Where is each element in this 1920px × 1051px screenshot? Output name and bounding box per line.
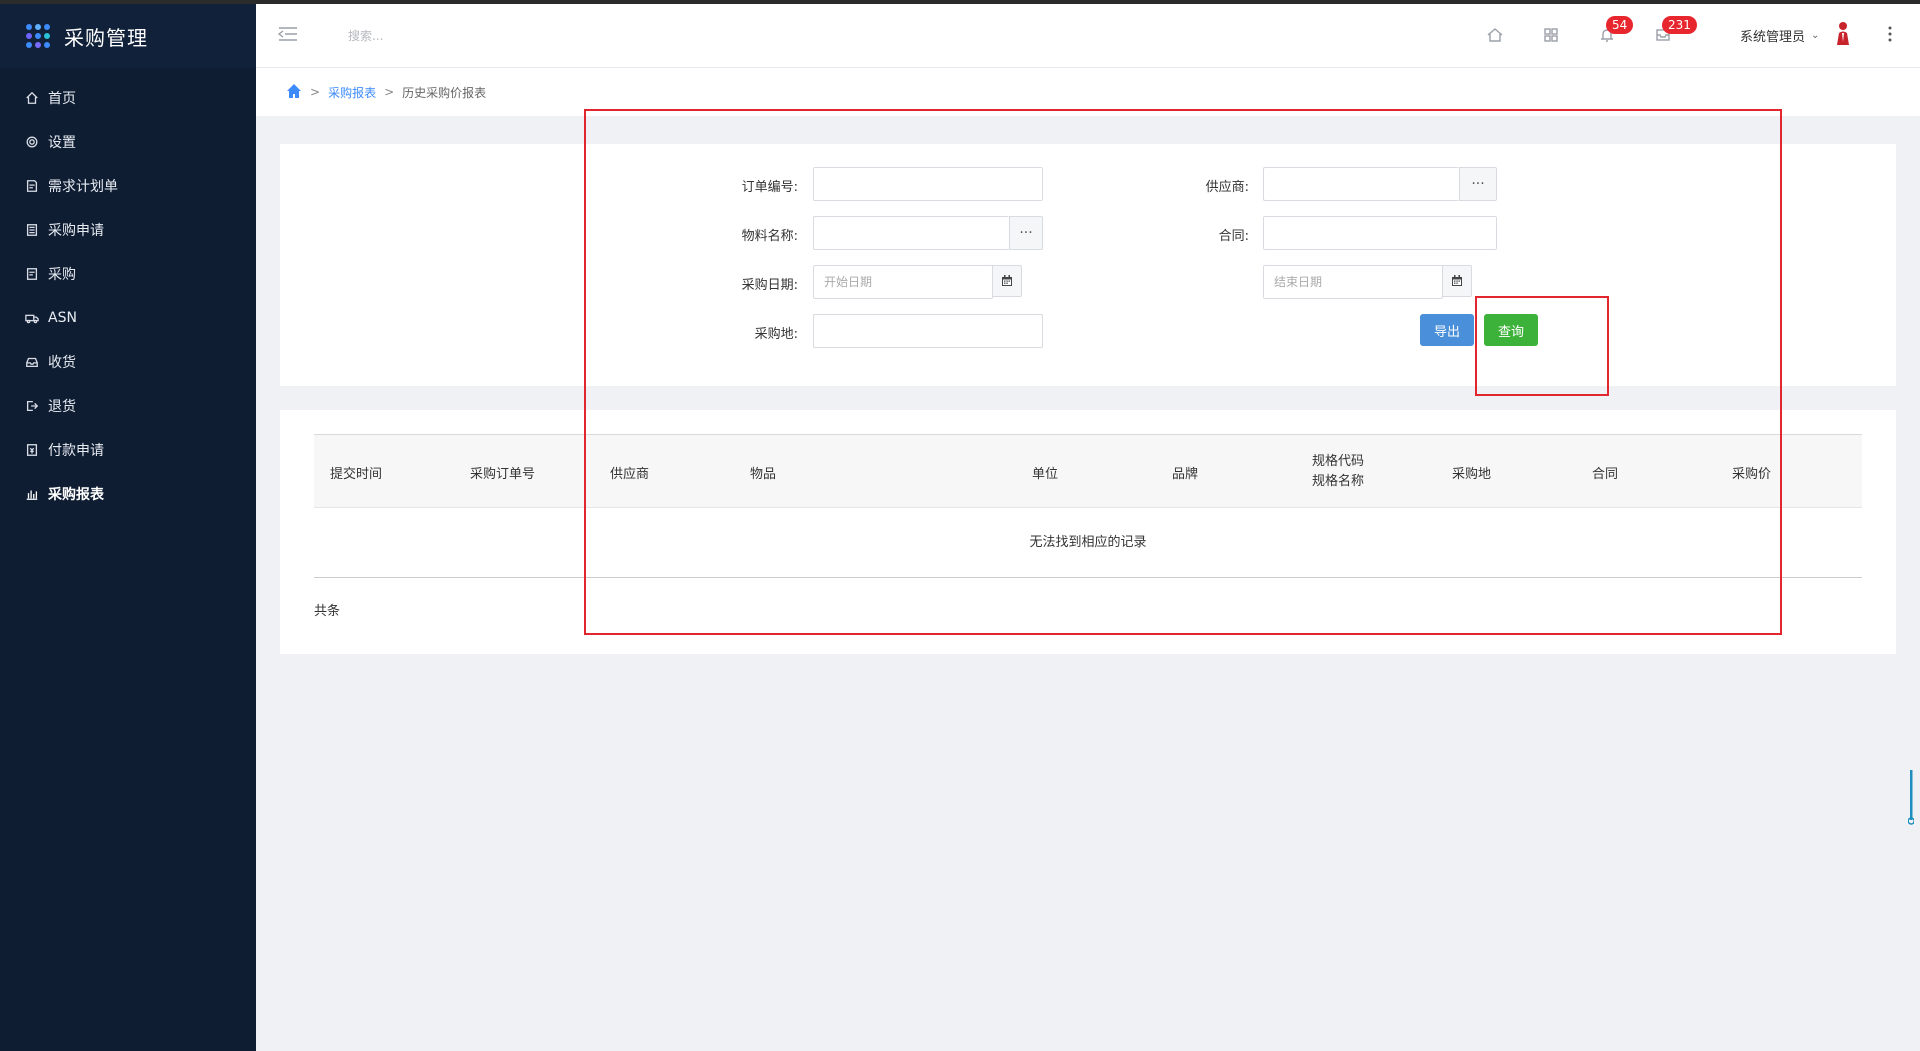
contract-label: 合同: (1218, 229, 1249, 244)
user-menu[interactable]: 系统管理员 ⌄ (1740, 26, 1819, 45)
calendar-icon (1002, 275, 1012, 286)
top-header: 54 231 系统管理员 ⌄ (256, 4, 1920, 68)
column-header-spec[interactable]: 规格代码 规格名称 (1312, 435, 1364, 509)
sidebar-item-purchase[interactable]: 采购 (0, 252, 256, 296)
sidebar-item-label: 设置 (48, 135, 76, 151)
return-icon (24, 398, 40, 414)
app-title: 采购管理 (64, 25, 148, 50)
avatar[interactable] (1834, 20, 1852, 46)
sidebar-item-asn[interactable]: ASN (0, 296, 256, 340)
column-header[interactable]: 单位 (1032, 435, 1058, 509)
purchase-date-label: 采购日期: (741, 278, 798, 293)
column-header[interactable]: 供应商 (610, 435, 649, 509)
sidebar-item-purchase-request[interactable]: 采购申请 (0, 208, 256, 252)
supplier-picker-button[interactable]: ··· (1459, 167, 1497, 201)
breadcrumb-current: 历史采购价报表 (402, 85, 487, 100)
sidebar-item-label: 采购 (48, 267, 76, 283)
breadcrumb: > 采购报表 > 历史采购价报表 (256, 68, 1920, 116)
column-header[interactable]: 采购价 (1732, 435, 1771, 509)
gear-icon (24, 134, 40, 150)
user-name: 系统管理员 (1740, 30, 1806, 45)
query-button[interactable]: 查询 (1484, 314, 1538, 346)
brand[interactable]: 采购管理 (0, 4, 256, 68)
column-header[interactable]: 采购地 (1452, 435, 1491, 509)
purchase-place-input[interactable] (813, 314, 1043, 348)
column-header[interactable]: 物品 (750, 435, 776, 509)
column-header[interactable]: 采购订单号 (470, 435, 535, 509)
apps-icon[interactable] (1542, 26, 1560, 44)
sidebar-item-label: 首页 (48, 91, 76, 107)
spec-code-header: 规格代码 (1312, 454, 1365, 469)
end-date-input[interactable] (1263, 265, 1443, 299)
sidebar-item-demand-plan[interactable]: 需求计划单 (0, 164, 256, 208)
order-no-input[interactable] (813, 167, 1043, 201)
more-vertical-icon[interactable] (1886, 24, 1894, 44)
doc-icon (24, 178, 40, 194)
apps-grid-icon (26, 24, 50, 48)
empty-table-message: 无法找到相应的记录 (314, 508, 1862, 578)
pagination-total: 共条 (314, 604, 341, 619)
column-header[interactable]: 品牌 (1172, 435, 1198, 509)
material-picker-button[interactable]: ··· (1009, 216, 1043, 250)
sidebar-item-label: 付款申请 (48, 443, 104, 459)
purchase-place-label: 采购地: (754, 327, 798, 342)
menu-toggle-icon[interactable] (278, 26, 298, 42)
supplier-label: 供应商: (1205, 180, 1249, 195)
sidebar-item-payment-request[interactable]: 付款申请 (0, 428, 256, 472)
sidebar-item-settings[interactable]: 设置 (0, 120, 256, 164)
order-no-label: 订单编号: (741, 180, 798, 195)
sidebar-item-home[interactable]: 首页 (0, 76, 256, 120)
sidebar-item-purchase-report[interactable]: 采购报表 (0, 472, 256, 516)
sidebar-item-returns[interactable]: 退货 (0, 384, 256, 428)
material-input[interactable] (813, 216, 1009, 250)
doc-list-icon (24, 222, 40, 238)
column-header[interactable]: 提交时间 (330, 435, 382, 509)
chevron-down-icon: ⌄ (1811, 30, 1820, 41)
home-icon[interactable] (286, 83, 302, 102)
sidebar-item-label: 采购申请 (48, 223, 104, 239)
calendar-icon (1452, 275, 1462, 286)
home-icon (24, 90, 40, 106)
breadcrumb-separator: > (384, 85, 395, 99)
search-input[interactable] (346, 24, 586, 48)
start-date-input[interactable] (813, 265, 993, 299)
table-header: 提交时间 采购订单号 供应商 物品 单位 品牌 规格代码 规格名称 采购地 合同… (314, 434, 1862, 508)
material-label: 物料名称: (741, 229, 798, 244)
notification-bell-icon[interactable]: 54 (1598, 16, 1634, 44)
filter-form-panel: 订单编号: 供应商: ··· 物料名称: ··· 合同: 采购日期: 采购地: … (280, 144, 1896, 386)
sidebar-item-label: 采购报表 (48, 487, 104, 503)
results-table-panel: 提交时间 采购订单号 供应商 物品 单位 品牌 规格代码 规格名称 采购地 合同… (280, 410, 1896, 654)
end-date-calendar-button[interactable] (1442, 265, 1472, 297)
spec-name-header: 规格名称 (1312, 474, 1365, 489)
bar-chart-icon (24, 486, 40, 502)
breadcrumb-separator: > (310, 85, 321, 99)
supplier-input[interactable] (1263, 167, 1459, 201)
notification-badge: 54 (1606, 16, 1634, 34)
sidebar-item-label: 退货 (48, 399, 76, 415)
column-header[interactable]: 合同 (1592, 435, 1618, 509)
scroll-handle[interactable] (1908, 770, 1914, 826)
export-button[interactable]: 导出 (1420, 314, 1474, 346)
sidebar: 采购管理 首页 设置 需求计划单 采购申请 采购 ASN 收货 退货 付款申请 … (0, 4, 256, 1051)
clipboard-icon (24, 266, 40, 282)
message-icon[interactable]: 231 (1654, 16, 1697, 44)
contract-input[interactable] (1263, 216, 1497, 250)
breadcrumb-parent-link[interactable]: 采购报表 (328, 84, 376, 101)
inbox-icon (24, 354, 40, 370)
sidebar-nav: 首页 设置 需求计划单 采购申请 采购 ASN 收货 退货 付款申请 采购报表 (0, 68, 256, 516)
message-badge: 231 (1662, 16, 1697, 34)
sidebar-item-label: ASN (48, 310, 77, 326)
truck-icon (24, 310, 40, 326)
home-icon[interactable] (1486, 26, 1504, 44)
payment-icon (24, 442, 40, 458)
sidebar-item-label: 需求计划单 (48, 179, 118, 195)
start-date-calendar-button[interactable] (992, 265, 1022, 297)
sidebar-item-receiving[interactable]: 收货 (0, 340, 256, 384)
sidebar-item-label: 收货 (48, 355, 76, 371)
